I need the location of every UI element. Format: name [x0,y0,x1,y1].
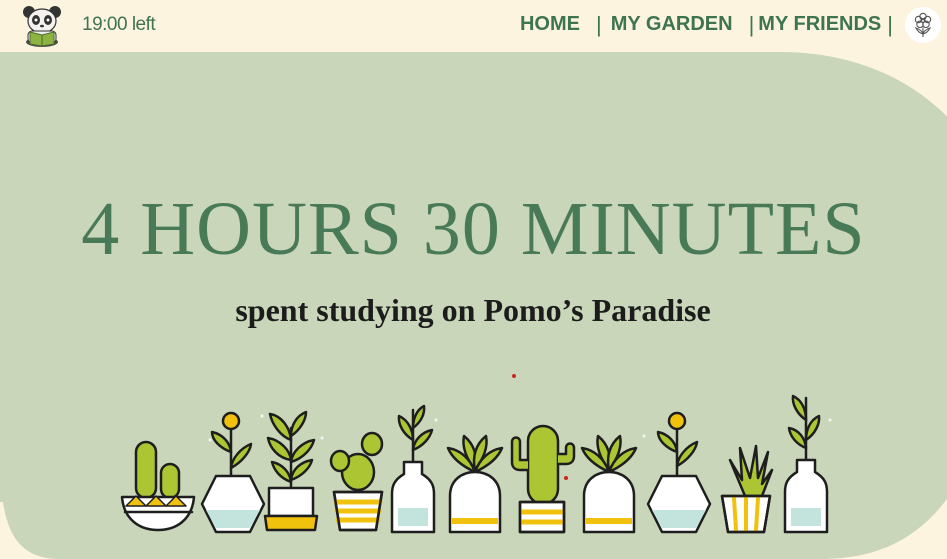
hexagon-flower-plant [646,411,712,534]
plants-illustration [120,374,832,534]
grass-pot-plant [720,444,774,534]
prickly-cactus-plant [329,431,384,532]
leafy-potted-plant [263,410,319,532]
hexagon-flower-plant [200,411,266,534]
succulent-pot-plant [580,434,638,534]
bottle-sprout-plant [390,404,436,534]
cactus-bowl-plant [120,440,196,532]
bottle-sprout-plant [783,394,829,534]
succulent-pot-plant [446,434,504,534]
